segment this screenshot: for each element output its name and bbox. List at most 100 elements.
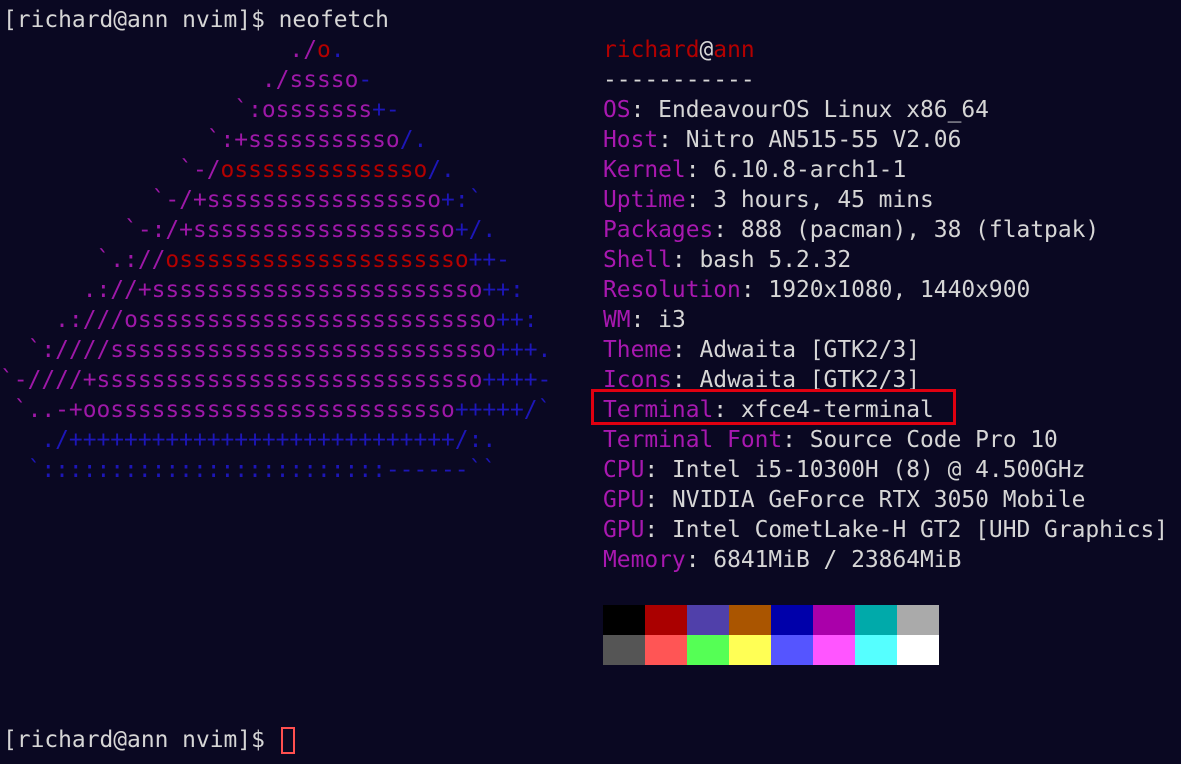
info-row-kernel: Kernel: 6.10.8-arch1-1 [603,155,1181,185]
info-colon: : [644,487,672,513]
logo-segment: +++++/` [454,397,552,423]
info-row-gpu: GPU: Intel CometLake-H GT2 [UHD Graphics… [603,515,1181,545]
logo-line: ./sssso- [0,65,372,95]
logo-segment: ssssssssssssssssssssssssssso [96,367,483,393]
logo-segment [0,277,83,303]
info-colon: : [685,547,714,573]
at-sign: @ [699,37,714,63]
bright-swatch [897,635,939,665]
logo-segment: ./ [261,67,290,93]
info-value: 6841MiB / 23864MiB [713,547,962,573]
info-colon: : [658,127,686,153]
command-text: neofetch [278,7,389,33]
logo-line: .:///ossssssssssssssssssssssssso++: [0,305,537,335]
info-key: Resolution [603,277,741,303]
info-key: OS [603,97,631,123]
info-key: GPU [603,487,645,513]
separator-line: ----------- [603,65,1181,95]
info-colon: : [630,307,659,333]
logo-line: `..-+oosssssssssssssssssssssssso+++++/` [0,395,552,425]
logo-line: `-:/+sssssssssssssssssso+/. [0,215,496,245]
info-colon: : [713,217,741,243]
normal-swatch [645,605,687,635]
logo-segment: `:+ [206,127,249,153]
normal-swatch [855,605,897,635]
logo-segment [0,397,14,423]
info-key: GPU [603,517,645,543]
logo-segment: +:` [441,187,483,213]
info-key: Shell [603,247,672,273]
logo-segment [0,247,96,273]
info-row-packages: Packages: 888 (pacman), 38 (flatpak) [603,215,1181,245]
logo-line: `:osssssss+- [0,95,399,125]
info-value: i3 [658,307,686,333]
info-row-host: Host: Nitro AN515-55 V2.06 [603,125,1181,155]
logo-segment [0,427,41,453]
info-value: EndeavourOS Linux x86_64 [658,97,989,123]
logo-segment: sssssssssssssssso [206,187,442,213]
info-row-theme: Theme: Adwaita [GTK2/3] [603,335,1181,365]
logo-segment [0,97,234,123]
logo-segment: `-/+ [151,187,207,213]
bright-swatch [813,635,855,665]
logo-segment: .://+ [82,277,152,303]
info-colon: : [630,97,659,123]
logo-segment: `://// [27,337,111,363]
terminal-window[interactable]: [richard@ann nvim]$ neofetch ./o. ./ssss… [0,0,1181,764]
normal-swatch [729,605,771,635]
info-key: WM [603,307,631,333]
bright-swatch [687,635,729,665]
info-value: 1920x1080, 1440x900 [768,277,1031,303]
logo-line: `:////ssssssssssssssssssssssssssso+++. [0,335,552,365]
logo-segment: oosssssssssssssssssssssssso [82,397,455,423]
logo-segment: ++: [482,277,524,303]
info-colon: : [740,277,769,303]
info-key: Terminal Font [603,427,783,453]
logo-segment: sssssssssssssssssso [192,217,455,243]
separator: ----------- [603,67,755,93]
info-colon: : [685,157,714,183]
logo-segment: +++. [496,337,552,363]
logo-segment [0,217,124,243]
logo-segment: osssssss [261,97,373,123]
info-value: 6.10.8-arch1-1 [713,157,907,183]
info-key: Host [603,127,659,153]
logo-segment [0,157,179,183]
logo-segment [0,127,207,153]
user-host: richard@ann [603,35,1181,65]
info-value: Intel i5-10300H (8) @ 4.500GHz [671,457,1086,483]
system-info: richard@ann ----------- OS: EndeavourOS … [603,35,1181,575]
info-key: CPU [603,457,645,483]
bright-swatch [729,635,771,665]
logo-segment: osssssssssssssssssssso [165,247,469,273]
logo-segment: ssssssssssssssssssssssssssso [110,337,497,363]
username: richard [603,37,700,63]
info-value: bash 5.2.32 [699,247,852,273]
color-palette [603,605,939,665]
logo-segment: `: [234,97,262,123]
logo-line: ./++++++++++++++++++++++++++++/:. [0,425,496,455]
logo-segment: `..-+ [13,397,83,423]
normal-swatch [813,605,855,635]
normal-swatch [897,605,939,635]
info-row-cpu: CPU: Intel i5-10300H (8) @ 4.500GHz [603,455,1181,485]
info-key: Kernel [603,157,686,183]
info-colon: : [671,247,700,273]
info-row-shell: Shell: bash 5.2.32 [603,245,1181,275]
info-row-os: OS: EndeavourOS Linux x86_64 [603,95,1181,125]
logo-segment [0,37,289,63]
info-value: Intel CometLake-H GT2 [UHD Graphics] [671,517,1169,543]
prompt-line[interactable]: [richard@ann nvim]$ [3,725,295,755]
logo-segment: sssssssssso [248,127,400,153]
info-value: 3 hours, 45 mins [713,187,934,213]
info-row-uptime: Uptime: 3 hours, 45 mins [603,185,1181,215]
bright-swatch [603,635,645,665]
info-row-memory: Memory: 6841MiB / 23864MiB [603,545,1181,575]
info-colon: : [782,427,810,453]
logo-segment: `-:/+ [124,217,193,243]
normal-swatch [603,605,645,635]
logo-segment: sssso [289,67,359,93]
logo-line: `-/+sssssssssssssssso+:` [0,185,483,215]
palette-normal-row [603,605,939,635]
logo-segment: ./ [289,37,317,63]
